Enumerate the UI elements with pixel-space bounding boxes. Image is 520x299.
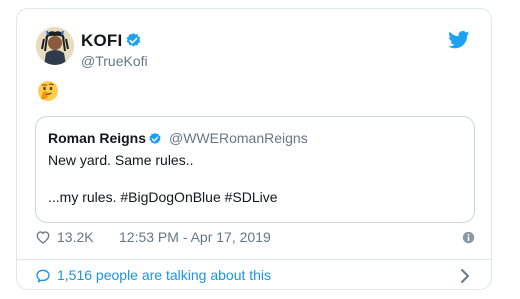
verified-badge-icon [126,33,141,47]
chevron-right-icon[interactable] [459,268,471,284]
quoted-tweet[interactable]: Roman Reigns @WWERomanReigns New yard. S… [35,116,475,223]
like-count[interactable]: 13.2K [57,229,94,245]
verified-badge-icon [149,132,161,144]
quoted-tweet-text-line2: ...my rules. #BigDogOnBlue #SDLive [48,189,278,205]
embedded-tweet-card: KOFI @TrueKofi Roman Reigns @WWERomanRei… [16,8,492,290]
speech-bubble-icon [36,269,50,283]
timestamp[interactable]: 12:53 PM - Apr 17, 2019 [119,229,271,245]
author-name[interactable]: KOFI [81,31,122,51]
heart-icon[interactable] [35,229,51,245]
tweet-meta-row: 13.2K 12:53 PM - Apr 17, 2019 [35,228,475,248]
quoted-author-handle: @WWERomanReigns [169,130,308,146]
twitter-bird-icon[interactable] [448,31,470,49]
author-handle[interactable]: @TrueKofi [81,53,148,69]
conversation-count-text: 1,516 people are talking about this [57,267,272,283]
thinking-emoji [37,80,59,102]
divider [17,259,491,260]
quoted-tweet-text-line1: New yard. Same rules.. [48,152,194,168]
quoted-author-name: Roman Reigns [48,130,147,146]
info-icon[interactable] [462,231,475,244]
avatar[interactable] [36,27,74,65]
